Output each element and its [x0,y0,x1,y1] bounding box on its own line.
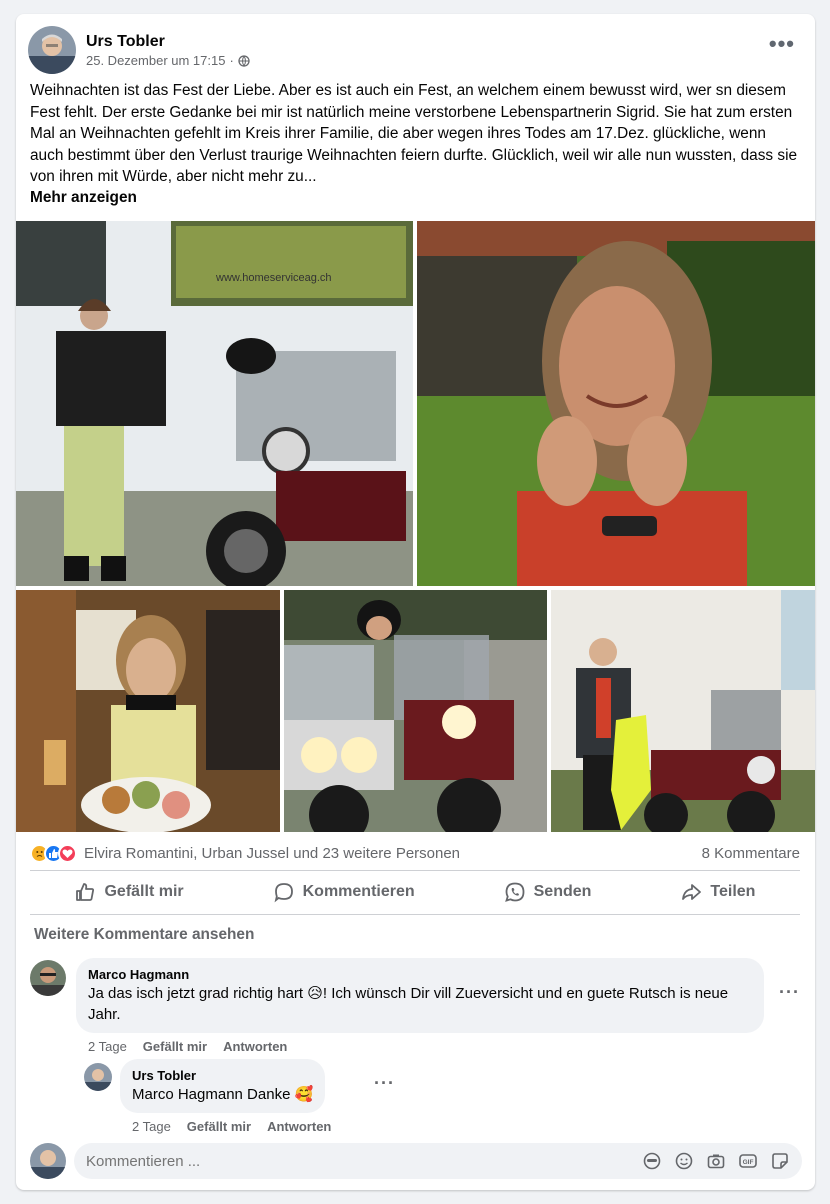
comment-button[interactable]: Kommentieren [253,875,435,909]
see-more-comments-link[interactable]: Weitere Kommentare ansehen [34,926,254,944]
comment-actions: 2 Tage Gefällt mir Antworten [88,1039,764,1054]
post-actions: Gefällt mir Kommentieren Senden Teilen [30,872,800,912]
reply-like-button[interactable]: Gefällt mir [187,1119,251,1134]
reaction-names[interactable]: Elvira Romantini, Urban Jussel und 23 we… [84,845,702,862]
comment-text: Ja das isch jetzt grad richtig hart 😥! I… [88,985,729,1023]
thumbs-up-icon [76,883,95,901]
comment-reply-button[interactable]: Antworten [223,1039,287,1054]
sticker-icon[interactable] [770,1151,790,1171]
share-label: Teilen [710,883,756,900]
like-button[interactable]: Gefällt mir [54,875,203,909]
camera-icon[interactable] [706,1151,726,1171]
author-avatar[interactable] [28,26,76,74]
comment-author[interactable]: Marco Hagmann [88,966,752,983]
share-icon [682,884,702,900]
comment-input[interactable] [86,1152,642,1170]
comment-bubble: Marco Hagmann Ja das isch jetzt grad ric… [76,958,764,1033]
photo-grid: www.homeserviceag.ch [16,221,815,832]
post-card: Urs Tobler 25. Dezember um 17:15 · ••• W… [16,14,815,1190]
comment-count[interactable]: 8 Kommentare [702,845,800,862]
send-label: Senden [533,883,592,900]
love-reaction-icon[interactable] [58,843,77,863]
more-options-icon[interactable]: ••• [769,33,795,55]
reply-actions: 2 Tage Gefällt mir Antworten [132,1119,331,1134]
reactions-row: Elvira Romantini, Urban Jussel und 23 we… [30,842,800,864]
photo-woman-motorcycle[interactable]: www.homeserviceag.ch [16,221,413,586]
reply-author[interactable]: Urs Tobler [132,1067,313,1084]
photo-woman-portrait[interactable] [417,221,815,586]
comment-time[interactable]: 2 Tage [88,1039,127,1054]
svg-text:GIF: GIF [743,1159,754,1166]
reply-options-icon[interactable]: ··· [374,1073,395,1094]
comment-label: Kommentieren [302,883,415,900]
divider [30,914,800,915]
send-button[interactable]: Senden [484,875,612,909]
reply-text: Marco Hagmann Danke 🥰 [132,1086,314,1103]
comment-composer: GIF [30,1142,802,1180]
post-text: Weihnachten ist das Fest der Liebe. Aber… [30,82,798,185]
comment-like-button[interactable]: Gefällt mir [143,1039,207,1054]
reply-time[interactable]: 2 Tage [132,1119,171,1134]
post-date[interactable]: 25. Dezember um 17:15 [86,53,225,68]
avatar-sticker-icon[interactable] [642,1151,662,1171]
gif-icon[interactable]: GIF [738,1151,758,1171]
see-more-link[interactable]: Mehr anzeigen [30,189,137,207]
comment-input-wrapper: GIF [74,1143,802,1179]
reply-reply-button[interactable]: Antworten [267,1119,331,1134]
reply-bubble: Urs Tobler Marco Hagmann Danke 🥰 [120,1059,326,1113]
photo-man-motorcycle[interactable] [551,590,815,832]
like-label: Gefällt mir [104,883,184,900]
comment-icon [274,883,293,903]
photo-woman-dinner[interactable] [16,590,280,832]
photo-motorcycles-rider[interactable] [284,590,547,832]
share-button[interactable]: Teilen [660,875,775,909]
emoji-icon[interactable] [674,1151,694,1171]
photo-caption: www.homeserviceag.ch [215,272,332,284]
post-header: Urs Tobler 25. Dezember um 17:15 · [28,26,250,74]
replier-avatar[interactable] [84,1063,112,1091]
author-name[interactable]: Urs Tobler [86,32,250,52]
globe-icon[interactable] [238,54,250,67]
commenter-avatar[interactable] [30,960,66,996]
whatsapp-icon [504,882,525,902]
post-meta: 25. Dezember um 17:15 · [86,53,250,68]
divider [30,870,800,871]
comment-options-icon[interactable]: ··· [779,982,800,1003]
meta-separator: · [229,53,234,68]
current-user-avatar[interactable] [30,1143,66,1179]
